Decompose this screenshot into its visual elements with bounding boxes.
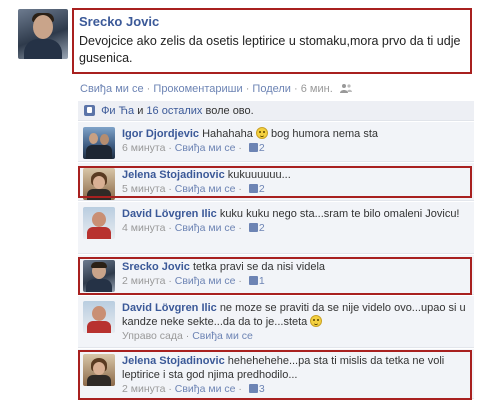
comment-text: kuku kuku nego sta...sram te bilo omalen… <box>219 208 460 220</box>
commenter-avatar[interactable] <box>83 127 115 159</box>
likes-suffix: воле ово. <box>205 105 254 117</box>
comment-text: Hahahaha <box>202 128 253 140</box>
comment-like-count[interactable]: 2 <box>259 222 265 234</box>
share-link[interactable]: Подели <box>252 83 291 95</box>
comment-author[interactable]: Igor Djordjevic <box>122 128 199 140</box>
comment-item: David Lövgren Ilic ne moze se praviti da… <box>78 296 474 348</box>
audience-icon[interactable] <box>339 83 352 93</box>
comment-time[interactable]: 4 минута <box>122 222 165 234</box>
comment-time[interactable]: 6 минута <box>122 142 165 154</box>
likes-and: и <box>137 105 144 117</box>
comment-text-cont: bog humora nema sta <box>271 128 379 140</box>
post-text: Devojcice ako zelis da osetis leptirice … <box>79 34 461 65</box>
commenter-avatar[interactable] <box>83 301 115 333</box>
commenter-avatar[interactable] <box>83 207 115 239</box>
highlight-frame <box>78 166 472 198</box>
comment-like-link[interactable]: Свиђа ми се <box>192 330 253 342</box>
highlight-frame <box>78 257 472 295</box>
post-actions: Свиђа ми се · Прокоментариши · Подели · … <box>80 83 352 95</box>
smiley-icon <box>255 127 268 139</box>
like-thumb-icon <box>84 105 95 116</box>
post-author-name[interactable]: Srecko Jovic <box>79 14 159 29</box>
comment-item: Igor Djordjevic Hahahaha bog humora nema… <box>78 122 474 162</box>
comment-like-count[interactable]: 2 <box>259 142 265 154</box>
comment-author[interactable]: David Lövgren Ilic <box>122 302 217 314</box>
comment-link[interactable]: Прокоментариши <box>153 83 242 95</box>
comment-time[interactable]: Управо сада <box>122 330 183 342</box>
comment-like-link[interactable]: Свиђа ми се <box>175 142 236 154</box>
post-time[interactable]: 6 мин. <box>301 83 333 95</box>
liker-name[interactable]: Фи Ћа <box>101 105 134 117</box>
like-link[interactable]: Свиђа ми се <box>80 83 144 95</box>
like-count-icon <box>248 143 258 152</box>
post-content: Srecko Jovic Devojcice ako zelis da oset… <box>72 8 472 74</box>
comment-item: David Lövgren Ilic kuku kuku nego sta...… <box>78 202 474 254</box>
highlight-frame <box>78 350 472 400</box>
smiley-icon <box>310 315 323 327</box>
comment-like-link[interactable]: Свиђа ми се <box>175 222 236 234</box>
comment-author[interactable]: David Lövgren Ilic <box>122 208 217 220</box>
like-count-icon <box>248 223 258 232</box>
likes-others-link[interactable]: 16 осталих <box>146 105 202 117</box>
likes-summary: Фи Ћа и 16 осталих воле ово. <box>78 101 474 121</box>
post-author-avatar[interactable] <box>18 9 68 59</box>
